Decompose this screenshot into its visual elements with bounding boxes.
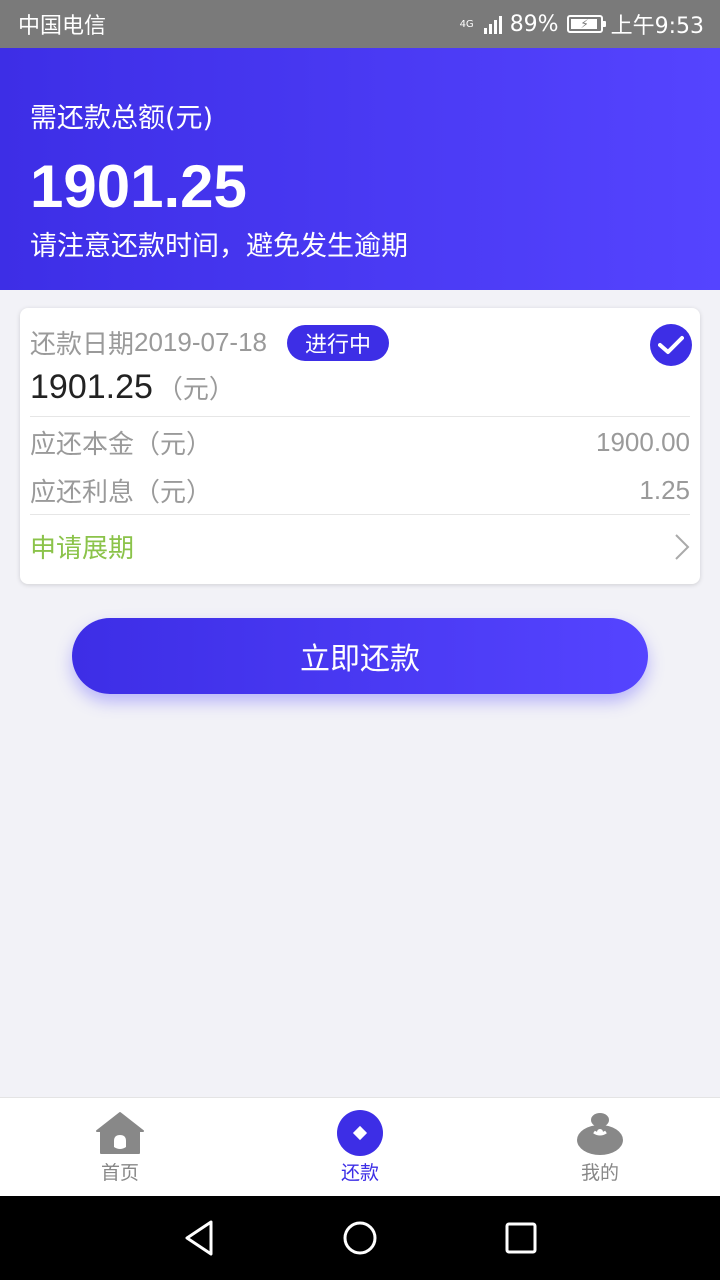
tab-profile[interactable]: 我的 — [480, 1098, 720, 1196]
divider — [30, 514, 690, 515]
network-type-icon: 4G — [459, 18, 474, 30]
signal-icon — [483, 14, 502, 34]
tab-home[interactable]: 首页 — [0, 1098, 240, 1196]
due-date-value: 2019-07-18 — [134, 327, 268, 357]
battery-icon: ⚡ — [566, 15, 606, 33]
carrier-name: 中国电信 — [18, 14, 107, 39]
interest-value: 1.25 — [639, 475, 690, 505]
bottom-tab-bar: 首页 还款 我的 — [0, 1097, 720, 1196]
check-icon[interactable] — [650, 324, 692, 366]
home-icon — [95, 1110, 145, 1156]
tab-home-label: 首页 — [100, 1162, 139, 1184]
status-badge: 进行中 — [287, 324, 390, 361]
tab-profile-label: 我的 — [580, 1162, 619, 1184]
back-icon[interactable] — [183, 1220, 215, 1256]
installment-amount: 1901.25 — [30, 368, 153, 406]
system-nav-bar — [0, 1196, 720, 1280]
interest-label: 应还利息（元） — [30, 478, 213, 508]
repayment-card[interactable]: 还款日期 2019-07-18 进行中 1901.25 （元） 应还本金（元） … — [20, 308, 700, 584]
principal-row: 应还本金（元） 1900.00 — [30, 424, 690, 461]
installment-unit: （元） — [156, 375, 235, 405]
interest-row: 应还利息（元） 1.25 — [30, 472, 690, 509]
chevron-right-icon — [675, 533, 690, 560]
repay-icon — [335, 1110, 385, 1156]
recents-icon[interactable] — [505, 1222, 537, 1254]
total-label: 需还款总额(元) — [30, 103, 214, 134]
tab-repay-label: 还款 — [340, 1162, 379, 1184]
tab-repay[interactable]: 还款 — [240, 1098, 480, 1196]
clock: 上午9:53 — [610, 14, 704, 39]
pay-now-button[interactable]: 立即还款 — [72, 618, 648, 694]
home-button-icon[interactable] — [342, 1220, 378, 1256]
profile-icon — [575, 1110, 625, 1156]
status-bar: 中国电信 4G 89% ⚡ 上午9:53 — [0, 0, 720, 48]
status-icons: 4G 89% ⚡ 上午9:53 — [460, 8, 704, 40]
due-date-row: 还款日期 2019-07-18 进行中 — [30, 324, 390, 361]
total-amount: 1901.25 — [30, 153, 247, 220]
apply-extension-row[interactable]: 申请展期 — [30, 528, 690, 565]
overdue-notice: 请注意还款时间，避免发生逾期 — [30, 231, 408, 262]
principal-value: 1900.00 — [596, 427, 690, 457]
due-date-label: 还款日期 — [30, 330, 135, 360]
apply-extension-link[interactable]: 申请展期 — [30, 528, 134, 565]
repayment-header: 需还款总额(元) 1901.25 请注意还款时间，避免发生逾期 — [0, 48, 720, 290]
divider — [30, 416, 690, 417]
battery-percent: 89% — [509, 11, 559, 37]
installment-amount-row: 1901.25 （元） — [30, 368, 235, 407]
principal-label: 应还本金（元） — [30, 430, 213, 460]
